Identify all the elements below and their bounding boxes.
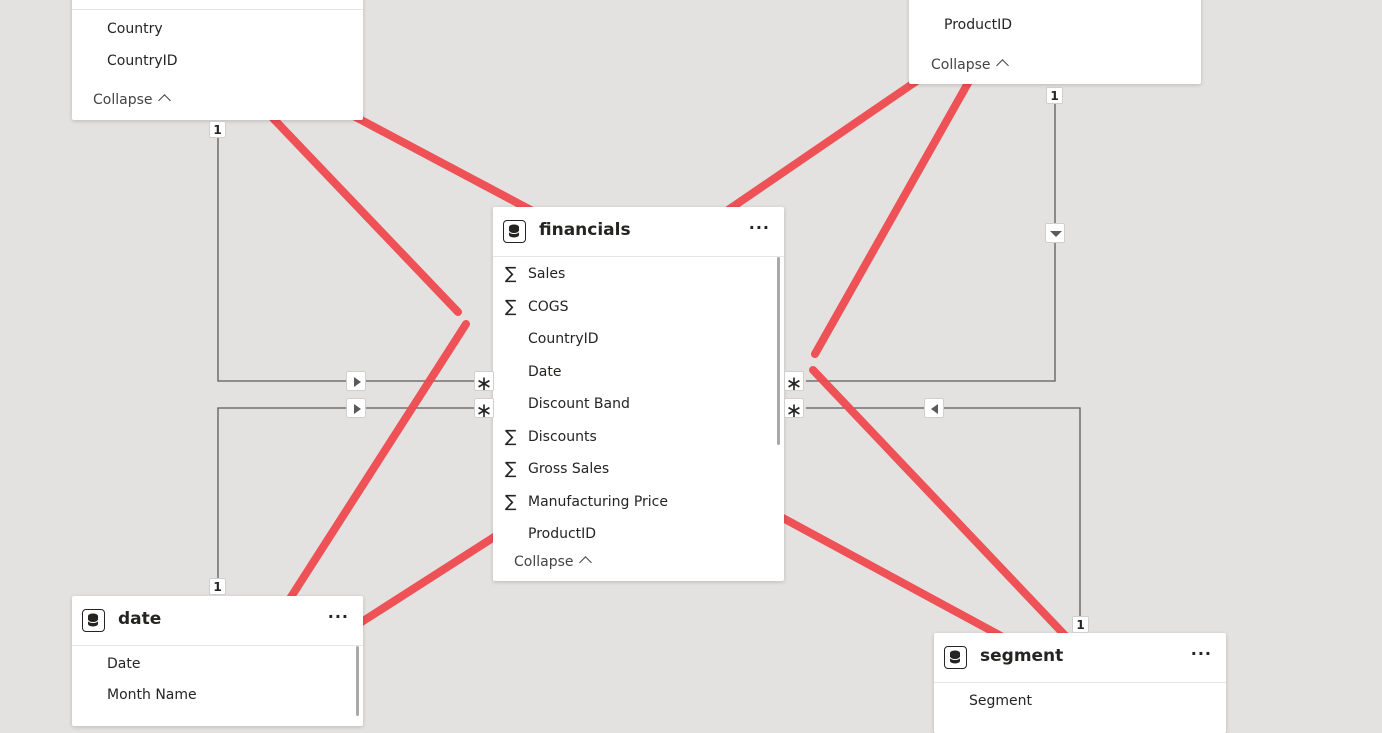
cardinality-many-badge[interactable]: ∗ xyxy=(474,398,494,421)
scrollbar-thumb[interactable] xyxy=(356,646,359,716)
more-options-icon[interactable]: ··· xyxy=(1191,644,1212,663)
field-label: CountryID xyxy=(107,53,178,69)
table-card-date[interactable]: date ··· Date Month Name xyxy=(72,596,363,726)
relationship-line-date xyxy=(217,407,474,578)
collapse-button[interactable]: Collapse xyxy=(93,92,171,108)
table-card-geography[interactable]: Country CountryID Collapse xyxy=(72,0,363,120)
field-label: CountryID xyxy=(528,331,599,347)
database-icon xyxy=(944,646,967,669)
cardinality-one-badge[interactable]: 1 xyxy=(1072,616,1089,633)
table-card-product[interactable]: ProductID Collapse xyxy=(909,0,1201,84)
field-label: Sales xyxy=(528,266,566,282)
sigma-icon: ∑ xyxy=(505,426,517,447)
cardinality-one-badge[interactable]: 1 xyxy=(209,121,226,138)
sigma-icon: ∑ xyxy=(505,296,517,317)
table-header[interactable]: financials ··· xyxy=(493,207,784,257)
field-label: ProductID xyxy=(944,17,1013,33)
field-label: COGS xyxy=(528,298,569,315)
cardinality-many-badge[interactable]: ∗ xyxy=(784,398,804,421)
table-card-segment[interactable]: segment ··· Segment xyxy=(934,633,1226,733)
table-title: financials xyxy=(539,220,631,240)
collapse-label: Collapse xyxy=(93,92,153,108)
cardinality-one-badge[interactable]: 1 xyxy=(1046,87,1063,104)
table-header[interactable]: segment ··· xyxy=(934,633,1226,683)
sigma-icon: ∑ xyxy=(505,264,517,284)
filter-direction-right-icon[interactable] xyxy=(346,371,366,391)
sigma-icon: ∑ xyxy=(505,459,517,479)
more-options-icon[interactable]: ··· xyxy=(328,607,349,626)
field-label: Date xyxy=(107,656,141,672)
table-title: date xyxy=(118,609,162,629)
filter-direction-down-icon[interactable] xyxy=(1045,223,1065,243)
field-label: ProductID xyxy=(528,526,597,542)
filter-direction-left-icon[interactable] xyxy=(924,398,944,418)
database-icon xyxy=(503,220,526,243)
field-label: Gross Sales xyxy=(528,461,610,477)
field-label: Country xyxy=(107,21,163,37)
field-label: Manufacturing Price xyxy=(528,493,668,510)
table-header[interactable]: date ··· xyxy=(72,596,363,646)
field-label: Month Name xyxy=(107,687,197,703)
cardinality-one-badge[interactable]: 1 xyxy=(209,578,226,595)
table-card-financials[interactable]: financials ··· ∑ Sales ∑ COGS CountryID Date D… xyxy=(493,207,784,581)
collapse-button[interactable]: Collapse xyxy=(514,554,592,570)
sigma-icon: ∑ xyxy=(505,491,517,512)
chevron-up-icon xyxy=(157,94,171,107)
collapse-label: Collapse xyxy=(514,554,574,570)
annotation-stroke-8 xyxy=(809,366,1100,672)
relationship-line-country xyxy=(217,138,474,382)
model-canvas[interactable]: Country CountryID Collapse ProductID Col… xyxy=(0,0,1382,733)
field-label: Discount Band xyxy=(528,396,630,412)
chevron-up-icon xyxy=(578,556,592,569)
chevron-up-icon xyxy=(995,59,1009,72)
field-label: Date xyxy=(528,363,562,380)
header-divider xyxy=(72,9,363,10)
collapse-label: Collapse xyxy=(931,57,991,73)
database-icon xyxy=(82,609,105,632)
collapse-button[interactable]: Collapse xyxy=(931,57,1009,73)
table-title: segment xyxy=(980,646,1064,666)
cardinality-many-badge[interactable]: ∗ xyxy=(474,371,494,394)
scrollbar-thumb[interactable] xyxy=(777,257,780,445)
cardinality-many-badge[interactable]: ∗ xyxy=(784,371,804,394)
more-options-icon[interactable]: ··· xyxy=(749,218,770,237)
filter-direction-right-icon[interactable] xyxy=(346,398,366,418)
field-label: Segment xyxy=(969,693,1032,709)
field-label: Discounts xyxy=(528,428,597,445)
